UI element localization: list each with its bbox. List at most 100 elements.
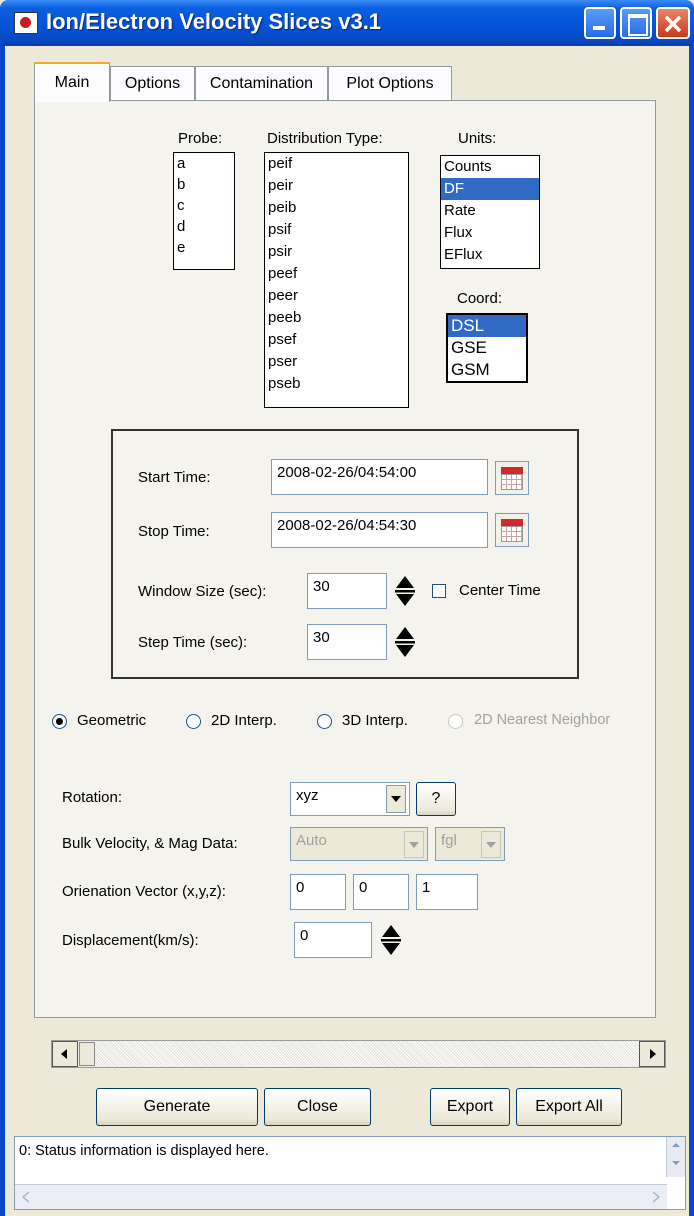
minimize-icon bbox=[593, 26, 605, 30]
chevron-down-icon bbox=[409, 842, 419, 848]
coord-item[interactable]: GSM bbox=[448, 359, 526, 381]
tab-plot-options[interactable]: Plot Options bbox=[328, 66, 452, 100]
2d-nearest-neighbor-radio[interactable] bbox=[448, 714, 463, 729]
scroll-updown-icon bbox=[672, 1143, 680, 1165]
mag-data-dropdown-button[interactable] bbox=[481, 831, 501, 858]
coord-item[interactable]: GSE bbox=[448, 337, 526, 359]
tab-main[interactable]: Main bbox=[34, 62, 110, 102]
status-horizontal-scrollbar[interactable] bbox=[15, 1184, 667, 1209]
units-item[interactable]: Flux bbox=[441, 222, 539, 244]
stop-time-label: Stop Time: bbox=[138, 523, 210, 540]
export-all-button[interactable]: Export All bbox=[516, 1088, 622, 1126]
step-time-field[interactable]: 30 bbox=[307, 624, 387, 660]
close-icon bbox=[664, 15, 682, 33]
coord-listbox[interactable]: DSL GSE GSM bbox=[446, 313, 528, 383]
probe-label: Probe: bbox=[178, 130, 223, 147]
3d-interp-radio[interactable] bbox=[317, 714, 332, 729]
distribution-item[interactable]: peef bbox=[265, 263, 408, 285]
status-text: 0: Status information is displayed here. bbox=[19, 1143, 269, 1159]
distribution-item[interactable]: peeb bbox=[265, 307, 408, 329]
distribution-type-listbox[interactable]: peif peir peib psif psir peef peer peeb … bbox=[264, 152, 409, 408]
displacement-field[interactable]: 0 bbox=[294, 922, 372, 958]
start-time-field[interactable]: 2008-02-26/04:54:00 bbox=[271, 459, 488, 495]
scroll-thumb[interactable] bbox=[79, 1042, 95, 1066]
arrow-right-icon bbox=[650, 1049, 656, 1059]
status-area: 0: Status information is displayed here. bbox=[14, 1136, 686, 1210]
geometric-label: Geometric bbox=[77, 712, 147, 729]
step-time-spinner[interactable] bbox=[394, 624, 416, 660]
scroll-left-button[interactable] bbox=[52, 1041, 78, 1067]
maximize-button[interactable] bbox=[620, 7, 652, 39]
probe-item[interactable]: b bbox=[174, 174, 234, 195]
probe-item[interactable]: a bbox=[174, 153, 234, 174]
units-item[interactable]: Counts bbox=[441, 156, 539, 178]
arrow-left-icon bbox=[21, 1191, 30, 1203]
distribution-item[interactable]: psef bbox=[265, 329, 408, 351]
center-time-checkbox[interactable] bbox=[432, 584, 446, 598]
close-window-button[interactable] bbox=[656, 7, 690, 39]
bulk-velocity-dropdown-button[interactable] bbox=[404, 831, 424, 858]
coord-label: Coord: bbox=[457, 290, 503, 307]
window-title: Ion/Electron Velocity Slices v3.1 bbox=[46, 9, 382, 34]
orientation-x-field[interactable]: 0 bbox=[290, 874, 346, 910]
tab-contamination[interactable]: Contamination bbox=[195, 66, 328, 100]
displacement-spinner[interactable] bbox=[380, 922, 402, 958]
horizontal-scrollbar[interactable] bbox=[51, 1040, 666, 1068]
distribution-item[interactable]: pseb bbox=[265, 373, 408, 395]
chevron-down-icon bbox=[391, 796, 401, 802]
distribution-item[interactable]: psir bbox=[265, 241, 408, 263]
stop-time-field[interactable]: 2008-02-26/04:54:30 bbox=[271, 512, 488, 548]
generate-button[interactable]: Generate bbox=[96, 1088, 258, 1126]
center-time-label: Center Time bbox=[459, 582, 541, 599]
start-calendar-button[interactable] bbox=[495, 461, 529, 495]
units-item[interactable]: EFlux bbox=[441, 244, 539, 266]
probe-item[interactable]: c bbox=[174, 195, 234, 216]
displacement-label: Displacement(km/s): bbox=[62, 932, 199, 949]
distribution-item[interactable]: peer bbox=[265, 285, 408, 307]
window-frame-left bbox=[0, 46, 5, 1216]
units-item[interactable]: Rate bbox=[441, 200, 539, 222]
coord-item-selected[interactable]: DSL bbox=[448, 315, 526, 337]
orientation-z-field[interactable]: 1 bbox=[416, 874, 478, 910]
distribution-item[interactable]: peir bbox=[265, 175, 408, 197]
bulk-velocity-label: Bulk Velocity, & Mag Data: bbox=[62, 835, 238, 852]
export-button[interactable]: Export bbox=[430, 1088, 510, 1126]
orientation-y-field[interactable]: 0 bbox=[353, 874, 409, 910]
maximize-icon bbox=[628, 14, 648, 36]
distribution-item[interactable]: pser bbox=[265, 351, 408, 373]
arrow-right-icon bbox=[652, 1191, 661, 1203]
units-item-selected[interactable]: DF bbox=[441, 178, 539, 200]
window-frame-right bbox=[689, 46, 694, 1216]
scroll-right-button[interactable] bbox=[639, 1041, 665, 1067]
probe-item[interactable]: e bbox=[174, 237, 234, 258]
stop-calendar-button[interactable] bbox=[495, 513, 529, 547]
rotation-dropdown-button[interactable] bbox=[386, 785, 406, 813]
start-time-label: Start Time: bbox=[138, 469, 211, 486]
distribution-item[interactable]: peif bbox=[265, 153, 408, 175]
2d-interp-radio[interactable] bbox=[186, 714, 201, 729]
rotation-label: Rotation: bbox=[62, 789, 123, 806]
geometric-radio[interactable] bbox=[52, 714, 67, 729]
step-time-label: Step Time (sec): bbox=[138, 634, 248, 651]
close-button[interactable]: Close bbox=[264, 1088, 371, 1126]
probe-listbox[interactable]: a b c d e bbox=[173, 152, 235, 270]
distribution-item[interactable]: peib bbox=[265, 197, 408, 219]
arrow-left-icon bbox=[61, 1049, 67, 1059]
title-bar[interactable]: Ion/Electron Velocity Slices v3.1 bbox=[0, 0, 694, 46]
2d-interp-label: 2D Interp. bbox=[211, 712, 277, 729]
units-listbox[interactable]: Counts DF Rate Flux EFlux bbox=[440, 155, 540, 269]
minimize-button[interactable] bbox=[584, 7, 616, 39]
status-vertical-scrollbar[interactable] bbox=[666, 1137, 685, 1177]
window-size-label: Window Size (sec): bbox=[138, 583, 267, 600]
window-size-field[interactable]: 30 bbox=[307, 573, 387, 609]
chevron-down-icon bbox=[486, 842, 496, 848]
probe-item[interactable]: d bbox=[174, 216, 234, 237]
distribution-item[interactable]: psif bbox=[265, 219, 408, 241]
orientation-label: Orienation Vector (x,y,z): bbox=[62, 883, 226, 900]
calendar-icon bbox=[501, 467, 523, 474]
window-size-spinner[interactable] bbox=[394, 573, 416, 609]
tab-options[interactable]: Options bbox=[110, 66, 195, 100]
app-icon[interactable] bbox=[14, 12, 38, 34]
units-label: Units: bbox=[458, 130, 497, 147]
rotation-help-button[interactable]: ? bbox=[416, 782, 456, 816]
